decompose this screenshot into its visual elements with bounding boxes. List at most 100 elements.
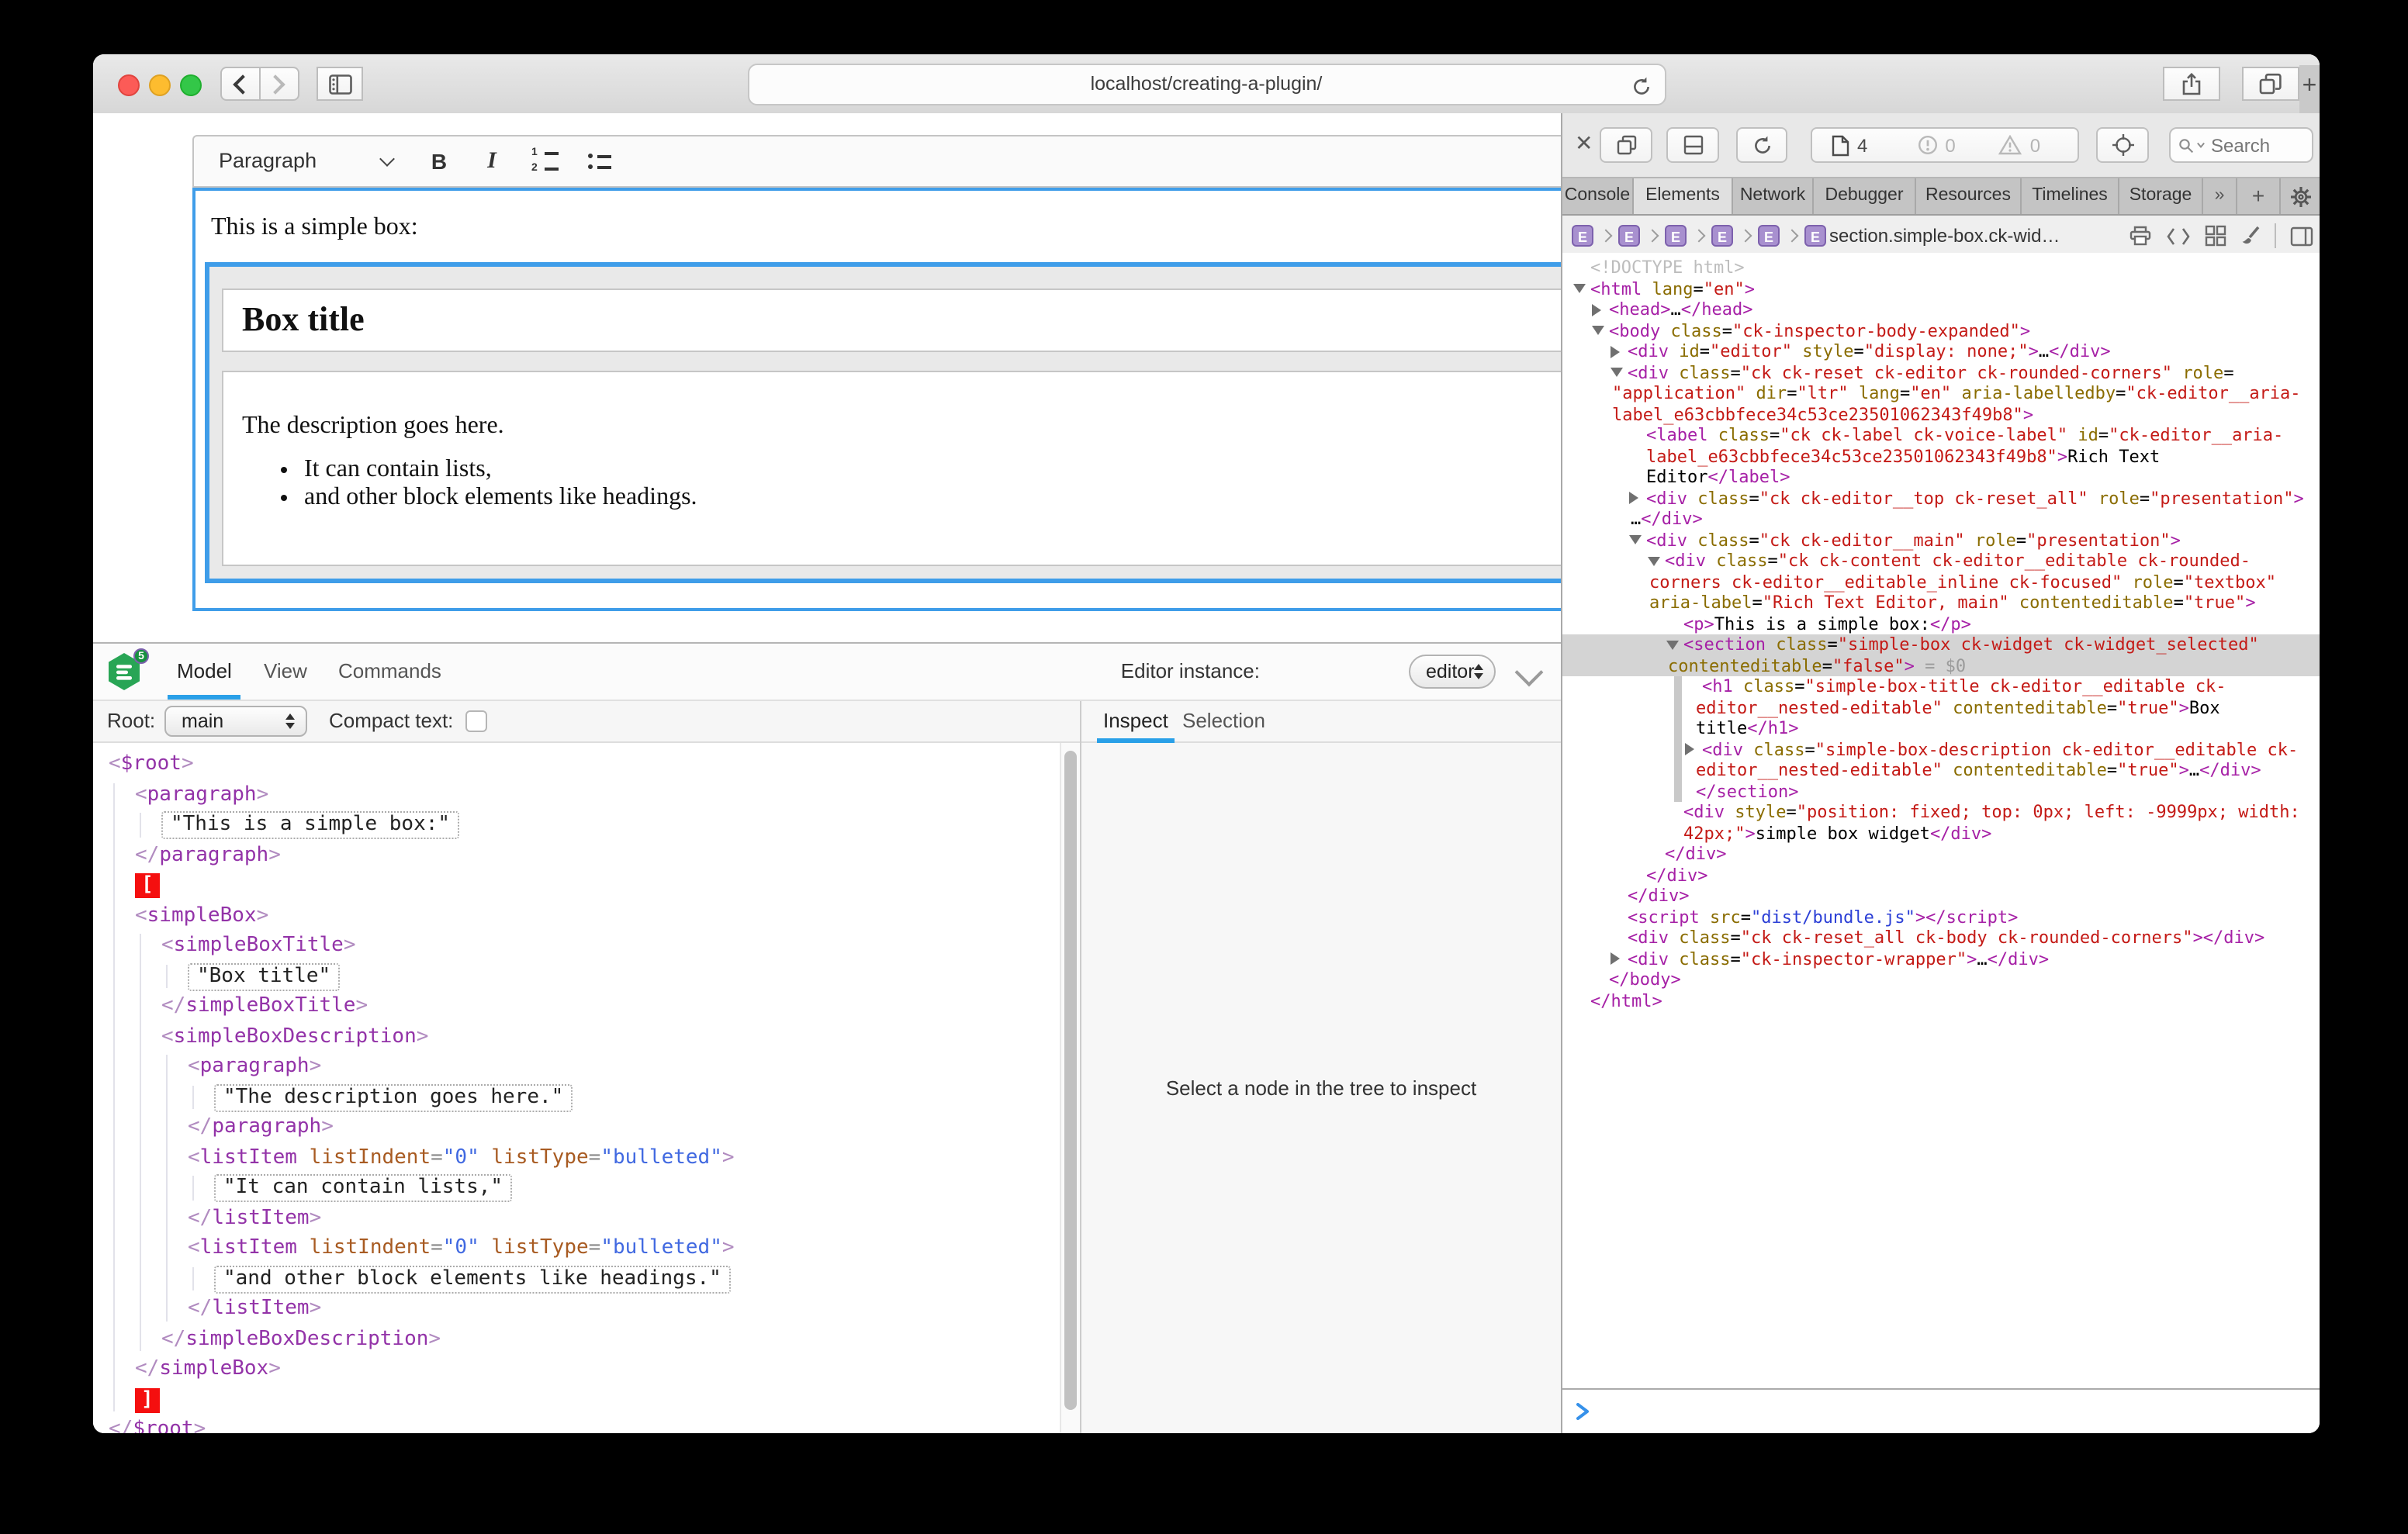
intro-paragraph[interactable]: This is a simple box: xyxy=(211,214,1561,242)
collapse-triangle-icon[interactable] xyxy=(1629,535,1642,544)
tab-resources[interactable]: Resources xyxy=(1916,178,2022,214)
dom-tree-row[interactable]: <label class="ck ck-label ck-voice-label… xyxy=(1562,425,2320,446)
italic-button[interactable]: I xyxy=(470,141,514,181)
tab-selection[interactable]: Selection xyxy=(1176,701,1271,741)
root-select[interactable]: main xyxy=(164,706,307,737)
dom-tree-row[interactable]: <div class="ck-inspector-wrapper">…</div… xyxy=(1562,948,2320,969)
model-text-node[interactable]: "and other block elements like headings.… xyxy=(214,1265,731,1293)
source-code-icon[interactable] xyxy=(2166,226,2191,246)
editor-instance-select[interactable]: editor xyxy=(1409,655,1496,689)
dom-tree-row[interactable]: label_e63cbbfece34c53ce23501062343f49b8"… xyxy=(1562,404,2320,425)
breadcrumb-element-badge[interactable]: E xyxy=(1572,225,1593,247)
dom-tree-row[interactable]: Editor</label> xyxy=(1562,467,2320,488)
model-tree-row[interactable]: </listItem> xyxy=(93,1294,1061,1324)
collapse-triangle-icon[interactable] xyxy=(1611,368,1623,377)
simple-box-title-field[interactable]: Box title xyxy=(222,288,1561,352)
model-tree-row[interactable]: </simpleBoxTitle> xyxy=(93,991,1061,1021)
model-tree-row[interactable]: "It can contain lists," xyxy=(93,1173,1061,1203)
dom-tree-row[interactable]: contenteditable="false"> = $0 xyxy=(1562,655,2320,676)
model-text-node[interactable]: "Box title" xyxy=(188,962,340,990)
tab-view[interactable]: View xyxy=(254,644,317,700)
tab-elements[interactable]: Elements xyxy=(1634,178,1733,214)
compact-text-checkbox[interactable] xyxy=(465,710,487,732)
dom-tree-row[interactable]: aria-label="Rich Text Editor, main" cont… xyxy=(1562,593,2320,613)
collapse-triangle-icon[interactable] xyxy=(1573,284,1586,293)
dom-tree-row[interactable]: <script src="dist/bundle.js"></script> xyxy=(1562,907,2320,928)
devtools-search-field[interactable] xyxy=(2169,127,2313,163)
model-tree-row[interactable]: <simpleBox> xyxy=(93,900,1061,931)
dom-tree-row[interactable]: </html> xyxy=(1562,990,2320,1011)
model-tree-row[interactable]: [ xyxy=(93,870,1061,900)
dom-tree-row[interactable]: <h1 class="simple-box-title ck-editor__e… xyxy=(1562,676,2320,697)
model-tree-row[interactable]: </listItem> xyxy=(93,1203,1061,1233)
tab-inspect[interactable]: Inspect xyxy=(1097,701,1175,741)
breadcrumb-element-badge[interactable]: E xyxy=(1804,225,1826,247)
dom-tree-row[interactable]: <p>This is a simple box:</p> xyxy=(1562,613,2320,634)
back-button[interactable] xyxy=(220,67,261,101)
dom-tree-row[interactable]: <div class="ck ck-reset ck-editor ck-rou… xyxy=(1562,362,2320,383)
layout-grid-icon[interactable] xyxy=(2205,225,2226,247)
dom-tree-row[interactable]: <div class="ck ck-content ck-editor__edi… xyxy=(1562,551,2320,572)
model-tree-row[interactable]: "The description goes here." xyxy=(93,1082,1061,1112)
tab-commands[interactable]: Commands xyxy=(329,644,451,700)
model-tree-row[interactable]: <simpleBoxTitle> xyxy=(93,931,1061,961)
dom-tree-row[interactable]: </div> xyxy=(1562,844,2320,865)
bold-button[interactable]: B xyxy=(417,141,461,181)
breadcrumb-element-badge[interactable]: E xyxy=(1618,225,1640,247)
dom-tree-row[interactable]: editor__nested-editable" contenteditable… xyxy=(1562,760,2320,781)
breadcrumb-element-badge[interactable]: E xyxy=(1665,225,1687,247)
breadcrumb-element-badge[interactable]: E xyxy=(1711,225,1733,247)
model-tree-row[interactable]: "Box title" xyxy=(93,961,1061,991)
tab-debugger[interactable]: Debugger xyxy=(1814,178,1916,214)
tab-network[interactable]: Network xyxy=(1733,178,1814,214)
editor-editable-area[interactable]: This is a simple box: Box title The desc… xyxy=(192,188,1561,611)
details-sidebar-icon[interactable] xyxy=(2290,226,2313,246)
tab-overview-button[interactable] xyxy=(2242,67,2299,101)
model-tree-row[interactable]: </$root> xyxy=(93,1415,1061,1433)
model-tree-row[interactable]: ] xyxy=(93,1384,1061,1415)
dom-tree-row[interactable]: 42px;">simple box widget</div> xyxy=(1562,823,2320,844)
model-tree-row[interactable]: <listItem listIndent="0" listType="bulle… xyxy=(93,1233,1061,1263)
tab-overflow-button[interactable]: » xyxy=(2203,178,2237,214)
tab-console[interactable]: Console xyxy=(1562,178,1634,214)
dom-tree-row[interactable]: "application" dir="ltr" lang="en" aria-l… xyxy=(1562,383,2320,404)
dom-tree-row[interactable]: <div class="simple-box-description ck-ed… xyxy=(1562,739,2320,760)
tab-timelines[interactable]: Timelines xyxy=(2022,178,2119,214)
collapse-triangle-icon[interactable] xyxy=(1666,640,1679,649)
reload-icon[interactable] xyxy=(1630,73,1652,112)
new-tab-button[interactable]: + xyxy=(2299,65,2320,113)
dom-tree-row[interactable]: </section> xyxy=(1562,781,2320,802)
model-tree-row[interactable]: <$root> xyxy=(93,749,1061,779)
add-tab-button[interactable]: + xyxy=(2237,178,2281,214)
box-title-text[interactable]: Box title xyxy=(242,299,1561,340)
collapse-triangle-icon[interactable] xyxy=(1592,326,1604,335)
expand-triangle-icon[interactable] xyxy=(1629,492,1638,504)
tab-storage[interactable]: Storage xyxy=(2119,178,2203,214)
simple-box-description-field[interactable]: The description goes here. It can contai… xyxy=(222,371,1561,566)
model-tree-scrollbar[interactable] xyxy=(1060,743,1080,1433)
collapse-inspector-icon[interactable] xyxy=(1515,658,1544,687)
model-tree-row[interactable]: </simpleBoxDescription> xyxy=(93,1324,1061,1354)
dock-devtools-button[interactable] xyxy=(1666,127,1719,163)
zoom-window-button[interactable] xyxy=(180,74,202,96)
dom-tree-row[interactable]: <div class="ck ck-editor__top ck-reset_a… xyxy=(1562,488,2320,509)
dom-tree-row[interactable]: editor__nested-editable" contenteditable… xyxy=(1562,697,2320,718)
dom-tree-row[interactable]: <section class="simple-box ck-widget ck-… xyxy=(1562,634,2320,655)
search-input[interactable] xyxy=(2208,133,2304,157)
expand-triangle-icon[interactable] xyxy=(1611,345,1620,358)
dom-tree-row[interactable]: </body> xyxy=(1562,969,2320,990)
model-tree-row[interactable]: <listItem listIndent="0" listType="bulle… xyxy=(93,1142,1061,1173)
share-button[interactable] xyxy=(2163,67,2220,101)
model-tree-row[interactable]: </paragraph> xyxy=(93,1112,1061,1142)
breadcrumb-current[interactable]: section.simple-box.ck-wid… xyxy=(1829,225,2060,247)
model-text-node[interactable]: "It can contain lists," xyxy=(214,1174,512,1202)
dom-tree-row[interactable]: <body class="ck-inspector-body-expanded"… xyxy=(1562,320,2320,341)
forward-button[interactable] xyxy=(259,67,299,101)
model-tree-row[interactable]: "and other block elements like headings.… xyxy=(93,1263,1061,1294)
model-tree-row[interactable]: <paragraph> xyxy=(93,1052,1061,1082)
numbered-list-button[interactable]: 1 2 xyxy=(523,141,566,181)
model-tree-row[interactable]: </paragraph> xyxy=(93,840,1061,870)
expand-triangle-icon[interactable] xyxy=(1592,303,1601,316)
model-text-node[interactable]: "This is a simple box:" xyxy=(161,811,459,839)
dom-tree-row[interactable]: <div class="ck ck-editor__main" role="pr… xyxy=(1562,530,2320,551)
